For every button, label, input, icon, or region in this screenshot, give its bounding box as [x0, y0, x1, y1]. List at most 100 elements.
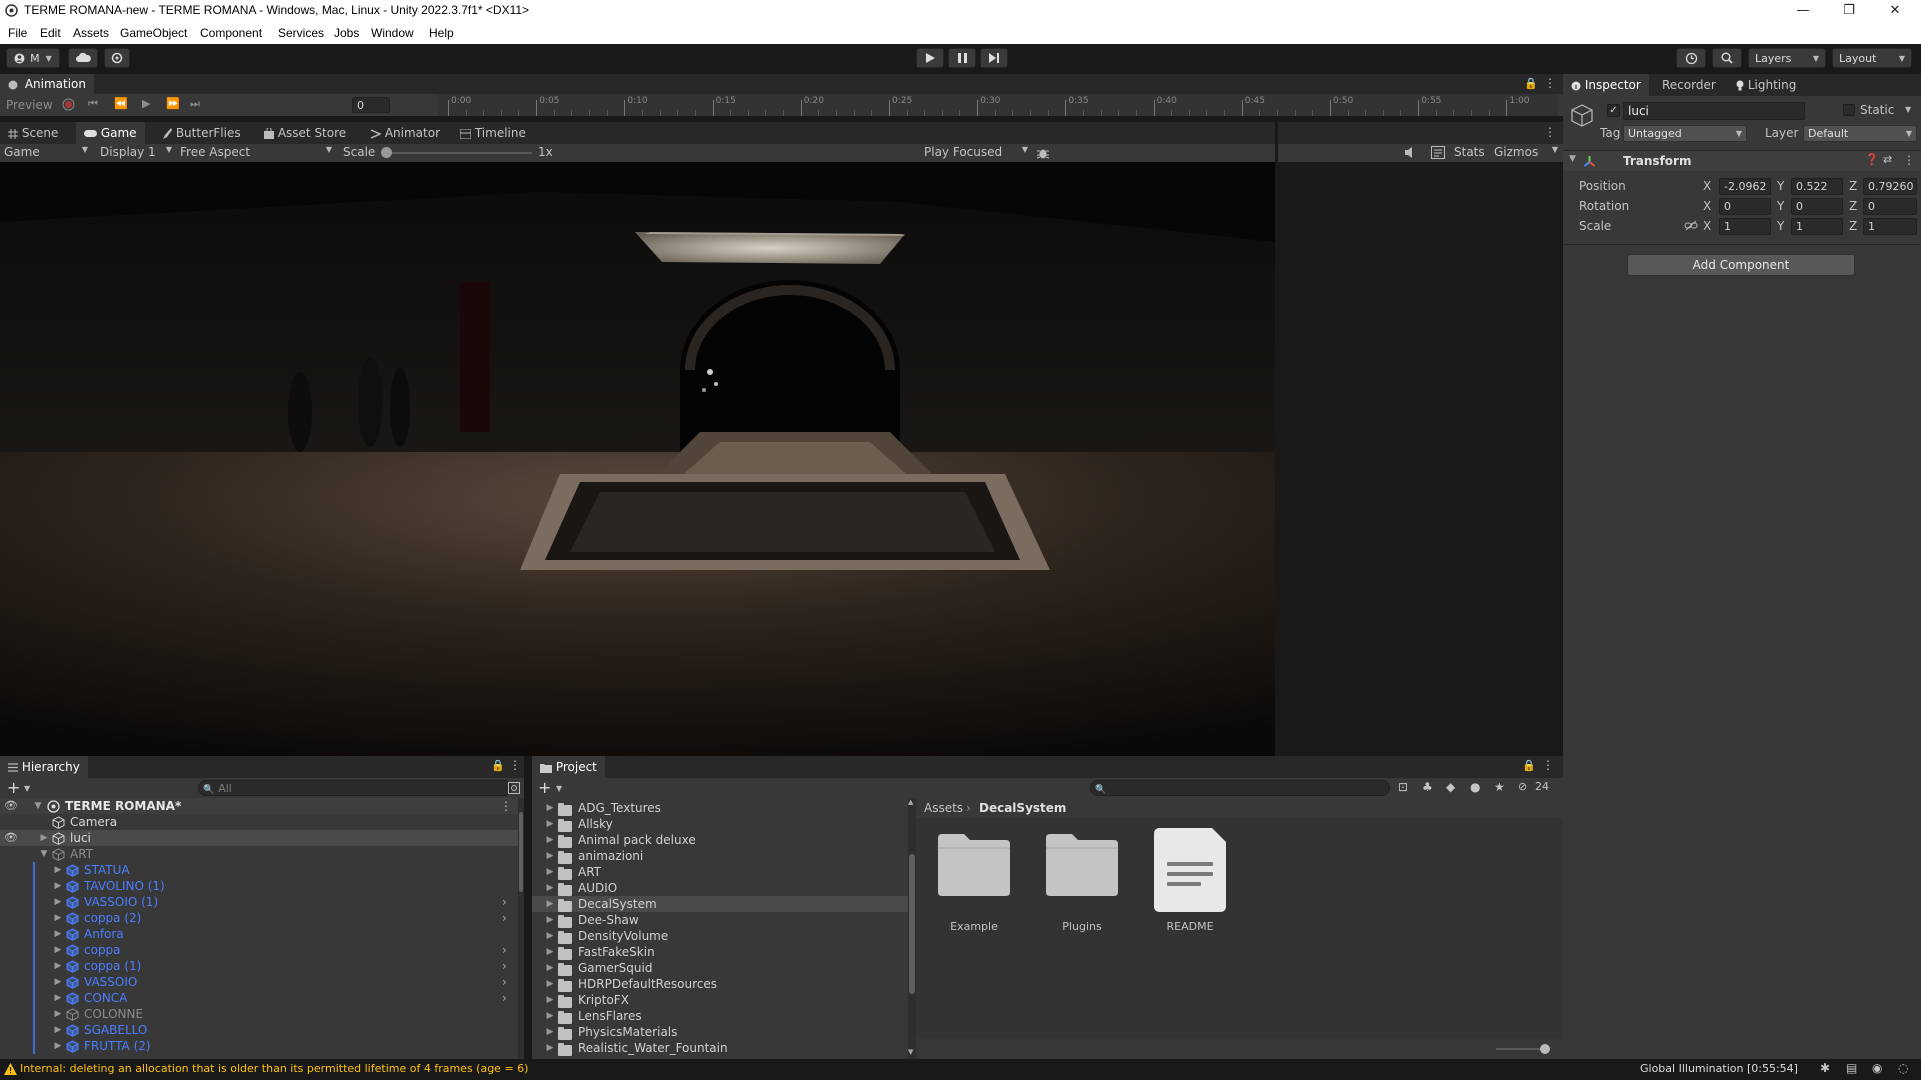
hierarchy-item[interactable]: ▶ coppa › — [0, 942, 518, 958]
kebab-menu-icon[interactable]: ⋮ — [1544, 125, 1556, 139]
fold-arrow-icon[interactable]: ▶ — [52, 894, 64, 910]
kebab-menu-icon[interactable]: ⋮ — [1544, 76, 1556, 90]
menu-help[interactable]: Help — [429, 26, 454, 40]
chevron-right-icon[interactable]: › — [502, 990, 507, 1006]
menu-edit[interactable]: Edit — [40, 26, 61, 40]
fold-arrow-icon[interactable]: ▶ — [544, 864, 556, 880]
project-folder-item[interactable]: ▶ HDRPDefaultResources — [532, 976, 908, 992]
tab-inspector[interactable]: Inspector — [1563, 74, 1649, 96]
hierarchy-item[interactable]: ▶ CONCA › — [0, 990, 518, 1006]
fold-arrow-icon[interactable]: ▶ — [52, 926, 64, 942]
tab-lighting[interactable]: Lighting — [1728, 74, 1804, 96]
account-button[interactable]: M ▼ — [6, 48, 60, 68]
add-icon[interactable]: + — [538, 778, 551, 797]
search-by-type-icon[interactable]: ⊡ — [1398, 780, 1408, 794]
add-component-button[interactable]: Add Component — [1627, 254, 1855, 276]
timeline-ruler[interactable]: 0:00 0:05 0:10 0:15 0:20 0:25 0:30 0:35 0:40 0:45… — [438, 94, 1558, 116]
kebab-menu-icon[interactable]: ⋮ — [1903, 153, 1915, 167]
stats-button[interactable]: Stats — [1454, 145, 1485, 159]
hierarchy-item[interactable]: 👁 ▶ luci — [0, 830, 518, 846]
menu-assets[interactable]: Assets — [73, 26, 109, 40]
fold-arrow-icon[interactable]: ▶ — [52, 958, 64, 974]
hierarchy-item[interactable]: ▶ SGABELLO — [0, 1022, 518, 1038]
tab-game[interactable]: Game — [76, 122, 145, 144]
fold-arrow-icon[interactable]: ▶ — [544, 944, 556, 960]
console-icon[interactable]: ▤ — [1846, 1061, 1857, 1075]
anim-play-icon[interactable]: ▶ — [142, 97, 150, 110]
lock-icon[interactable]: 🔒 — [491, 759, 505, 772]
scene-row[interactable]: 👁 ▼ TERME ROMANA* ⋮ — [0, 798, 518, 814]
frame-field[interactable]: 0 — [352, 97, 390, 113]
project-folder-item[interactable]: ▶ Animal pack deluxe — [532, 832, 908, 848]
audio-mute-icon[interactable] — [1404, 146, 1417, 159]
tab-scene[interactable]: Scene — [0, 122, 66, 144]
resolution-icon[interactable] — [1431, 146, 1445, 159]
menu-component[interactable]: Component — [200, 26, 262, 40]
aspect-dropdown[interactable]: Free Aspect ▼ — [180, 145, 332, 161]
project-folder-item[interactable]: ▶ LensFlares — [532, 1008, 908, 1024]
scale-z-field[interactable]: 1 — [1863, 218, 1917, 235]
fold-arrow-icon[interactable]: ▶ — [544, 880, 556, 896]
hierarchy-item[interactable]: ▶ TAVOLINO (1) — [0, 878, 518, 894]
minimize-button[interactable]: — — [1780, 0, 1826, 22]
project-search-input[interactable]: 🔍 — [1090, 780, 1390, 796]
eye-icon[interactable]: 👁 — [4, 798, 18, 814]
chevron-right-icon[interactable]: › — [502, 974, 507, 990]
lock-icon[interactable]: 🔒 — [1522, 759, 1536, 772]
fold-arrow-icon[interactable]: ▶ — [52, 878, 64, 894]
game-mode-dropdown[interactable]: Game ▼ — [4, 145, 88, 161]
tag-dropdown[interactable]: Untagged ▼ — [1623, 125, 1747, 142]
search-button[interactable] — [1712, 48, 1742, 68]
project-folder-item[interactable]: ▶ DensityVolume — [532, 928, 908, 944]
hierarchy-item[interactable]: ▼ ART — [0, 846, 518, 862]
pause-button[interactable] — [948, 48, 976, 68]
prev-keyframe-icon[interactable]: ⏪ — [114, 97, 128, 110]
icon-size-slider-thumb[interactable] — [1540, 1044, 1550, 1054]
fold-arrow-icon[interactable]: ▶ — [52, 862, 64, 878]
scene-visibility-icon[interactable] — [508, 782, 520, 794]
fold-arrow-icon[interactable]: ▶ — [544, 800, 556, 816]
tab-project[interactable]: Project — [532, 756, 605, 778]
hierarchy-item[interactable]: ▶ FRUTTA (2) — [0, 1038, 518, 1054]
collab-button[interactable] — [104, 48, 130, 68]
status-message[interactable]: Internal: deleting an allocation that is… — [20, 1062, 528, 1075]
layout-dropdown[interactable]: Layout ▼ — [1832, 48, 1912, 68]
fold-arrow-icon[interactable]: ▶ — [544, 1008, 556, 1024]
fold-arrow-icon[interactable]: ▶ — [52, 942, 64, 958]
tab-butterflies[interactable]: ButterFlies — [154, 122, 249, 144]
fold-arrow-icon[interactable]: ▶ — [544, 992, 556, 1008]
position-y-field[interactable]: 0.522 — [1791, 178, 1843, 195]
menu-window[interactable]: Window — [371, 26, 414, 40]
project-tree-scrollbar[interactable]: ▲ ▼ — [908, 798, 916, 1059]
layers-dropdown[interactable]: Layers ▼ — [1748, 48, 1826, 68]
asset-readme[interactable]: README — [1154, 828, 1226, 933]
fold-arrow-icon[interactable]: ▶ — [544, 928, 556, 944]
breadcrumb-assets[interactable]: Assets — [924, 801, 963, 815]
chevron-right-icon[interactable]: › — [502, 910, 507, 926]
gizmos-dropdown[interactable]: Gizmos ▼ — [1494, 145, 1558, 161]
scale-x-field[interactable]: 1 — [1719, 218, 1771, 235]
hierarchy-item[interactable]: ▶ Anfora — [0, 926, 518, 942]
scale-slider-track[interactable] — [386, 152, 532, 154]
kebab-menu-icon[interactable]: ⋮ — [500, 798, 512, 814]
step-button[interactable] — [980, 48, 1008, 68]
add-icon[interactable]: + — [7, 778, 20, 797]
bug-icon[interactable] — [1036, 146, 1050, 160]
position-x-field[interactable]: -2.0962 — [1719, 178, 1771, 195]
fold-arrow-icon[interactable]: ▶ — [544, 896, 556, 912]
hierarchy-search-input[interactable]: 🔍 All — [198, 780, 512, 796]
chevron-down-icon[interactable]: ▼ — [556, 784, 562, 793]
transform-header[interactable]: ▼ Transform ❓ ⇄ ⋮ — [1563, 151, 1921, 171]
project-folder-item[interactable]: ▶ AUDIO — [532, 880, 908, 896]
kebab-menu-icon[interactable]: ⋮ — [509, 758, 521, 772]
icon-size-slider-track[interactable] — [1496, 1048, 1546, 1050]
chevron-right-icon[interactable]: › — [502, 958, 507, 974]
preview-toggle[interactable]: Preview — [6, 98, 53, 112]
record-icon[interactable] — [62, 98, 75, 111]
fold-arrow-icon[interactable]: ▶ — [544, 832, 556, 848]
project-folder-item[interactable]: ▶ KriptoFX — [532, 992, 908, 1008]
asset-example[interactable]: Example — [938, 832, 1010, 933]
kebab-menu-icon[interactable]: ⋮ — [1542, 758, 1554, 772]
project-folder-item[interactable]: ▶ Realistic_Water_Fountain — [532, 1040, 908, 1056]
scale-slider-thumb[interactable] — [381, 147, 392, 158]
